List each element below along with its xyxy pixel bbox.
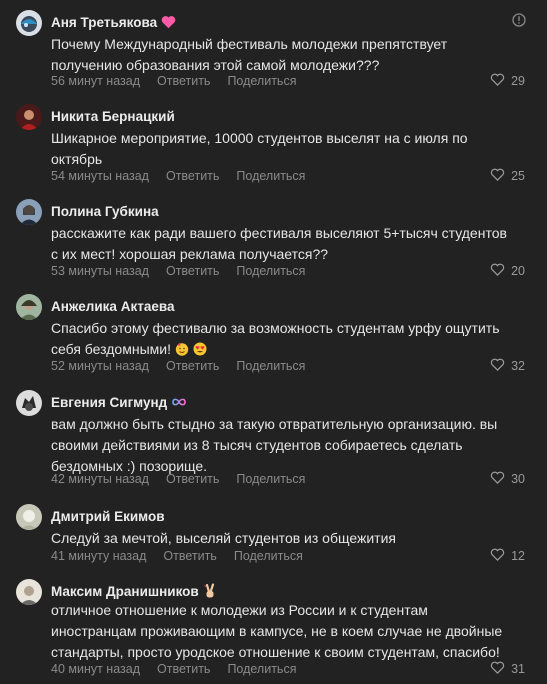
author-name[interactable]: Максим Дранишников — [51, 584, 199, 599]
avatar[interactable] — [16, 294, 42, 320]
share-button[interactable]: Поделиться — [227, 662, 296, 676]
timestamp: 41 минуту назад — [51, 549, 147, 563]
comment-text: расскажите как ради вашего фестиваля выс… — [51, 225, 507, 262]
avatar[interactable] — [16, 390, 42, 416]
victory-hand-icon — [203, 583, 217, 599]
like-count: 20 — [511, 264, 525, 278]
share-button[interactable]: Поделиться — [227, 74, 296, 88]
author-name[interactable]: Аня Третьякова — [51, 15, 157, 30]
reply-button[interactable]: Ответить — [157, 74, 210, 88]
like-count: 30 — [511, 472, 525, 486]
timestamp: 56 минут назад — [51, 74, 140, 88]
like-button[interactable]: 29 — [490, 72, 525, 90]
like-count: 25 — [511, 169, 525, 183]
author-name[interactable]: Дмитрий Екимов — [51, 509, 165, 524]
reply-button[interactable]: Ответить — [166, 169, 219, 183]
timestamp: 52 минуты назад — [51, 359, 149, 373]
like-button[interactable]: 20 — [490, 262, 525, 280]
comment-text: Следуй за мечтой, выселяй студентов из о… — [51, 530, 396, 546]
like-count: 12 — [511, 549, 525, 563]
avatar[interactable] — [16, 504, 42, 530]
like-button[interactable]: 31 — [490, 660, 525, 678]
reply-button[interactable]: Ответить — [163, 549, 216, 563]
heart-outline-icon — [490, 168, 505, 184]
reply-button[interactable]: Ответить — [166, 264, 219, 278]
heart-outline-icon — [490, 471, 505, 487]
info-circle-icon[interactable] — [512, 13, 526, 27]
avatar[interactable] — [16, 10, 42, 36]
author-name[interactable]: Никита Бернацкий — [51, 109, 175, 124]
reply-button[interactable]: Ответить — [166, 359, 219, 373]
heart-outline-icon — [490, 661, 505, 677]
share-button[interactable]: Поделиться — [236, 264, 305, 278]
timestamp: 53 минуты назад — [51, 264, 149, 278]
author-name[interactable]: Полина Губкина — [51, 204, 159, 219]
comment-text: вам должно быть стыдно за такую отвратит… — [51, 416, 498, 474]
heart-eyes-emoji — [193, 341, 207, 356]
like-button[interactable]: 12 — [490, 547, 525, 565]
partying-face-emoji — [175, 341, 189, 356]
heart-outline-icon — [490, 73, 505, 89]
heart-outline-icon — [490, 358, 505, 374]
share-button[interactable]: Поделиться — [236, 359, 305, 373]
heart-outline-icon — [490, 548, 505, 564]
pink-heart-icon — [161, 15, 176, 29]
timestamp: 40 минут назад — [51, 662, 140, 676]
reply-button[interactable]: Ответить — [157, 662, 210, 676]
share-button[interactable]: Поделиться — [236, 169, 305, 183]
share-button[interactable]: Поделиться — [234, 549, 303, 563]
comment-text: Спасибо этому фестивалю за возможность с… — [51, 320, 500, 357]
comment-text: отличное отношение к молодежи из России … — [51, 602, 503, 660]
author-name[interactable]: Анжелика Актаева — [51, 299, 174, 314]
like-button[interactable]: 32 — [490, 357, 525, 375]
avatar[interactable] — [16, 199, 42, 225]
like-count: 32 — [511, 359, 525, 373]
comment-text: Шикарное мероприятие, 10000 студентов вы… — [51, 130, 468, 167]
reply-button[interactable]: Ответить — [166, 472, 219, 486]
avatar[interactable] — [16, 104, 42, 130]
heart-outline-icon — [490, 263, 505, 279]
like-button[interactable]: 30 — [490, 470, 525, 488]
avatar[interactable] — [16, 579, 42, 605]
timestamp: 54 минуты назад — [51, 169, 149, 183]
like-count: 31 — [511, 662, 525, 676]
infinity-icon — [171, 397, 187, 407]
author-name[interactable]: Евгения Сигмунд — [51, 395, 167, 410]
timestamp: 42 минуты назад — [51, 472, 149, 486]
like-count: 29 — [511, 74, 525, 88]
like-button[interactable]: 25 — [490, 167, 525, 185]
comment-text: Почему Международный фестиваль молодежи … — [51, 36, 448, 73]
comments-feed: Аня Третьякова Почему Международный фест… — [0, 0, 547, 684]
share-button[interactable]: Поделиться — [236, 472, 305, 486]
